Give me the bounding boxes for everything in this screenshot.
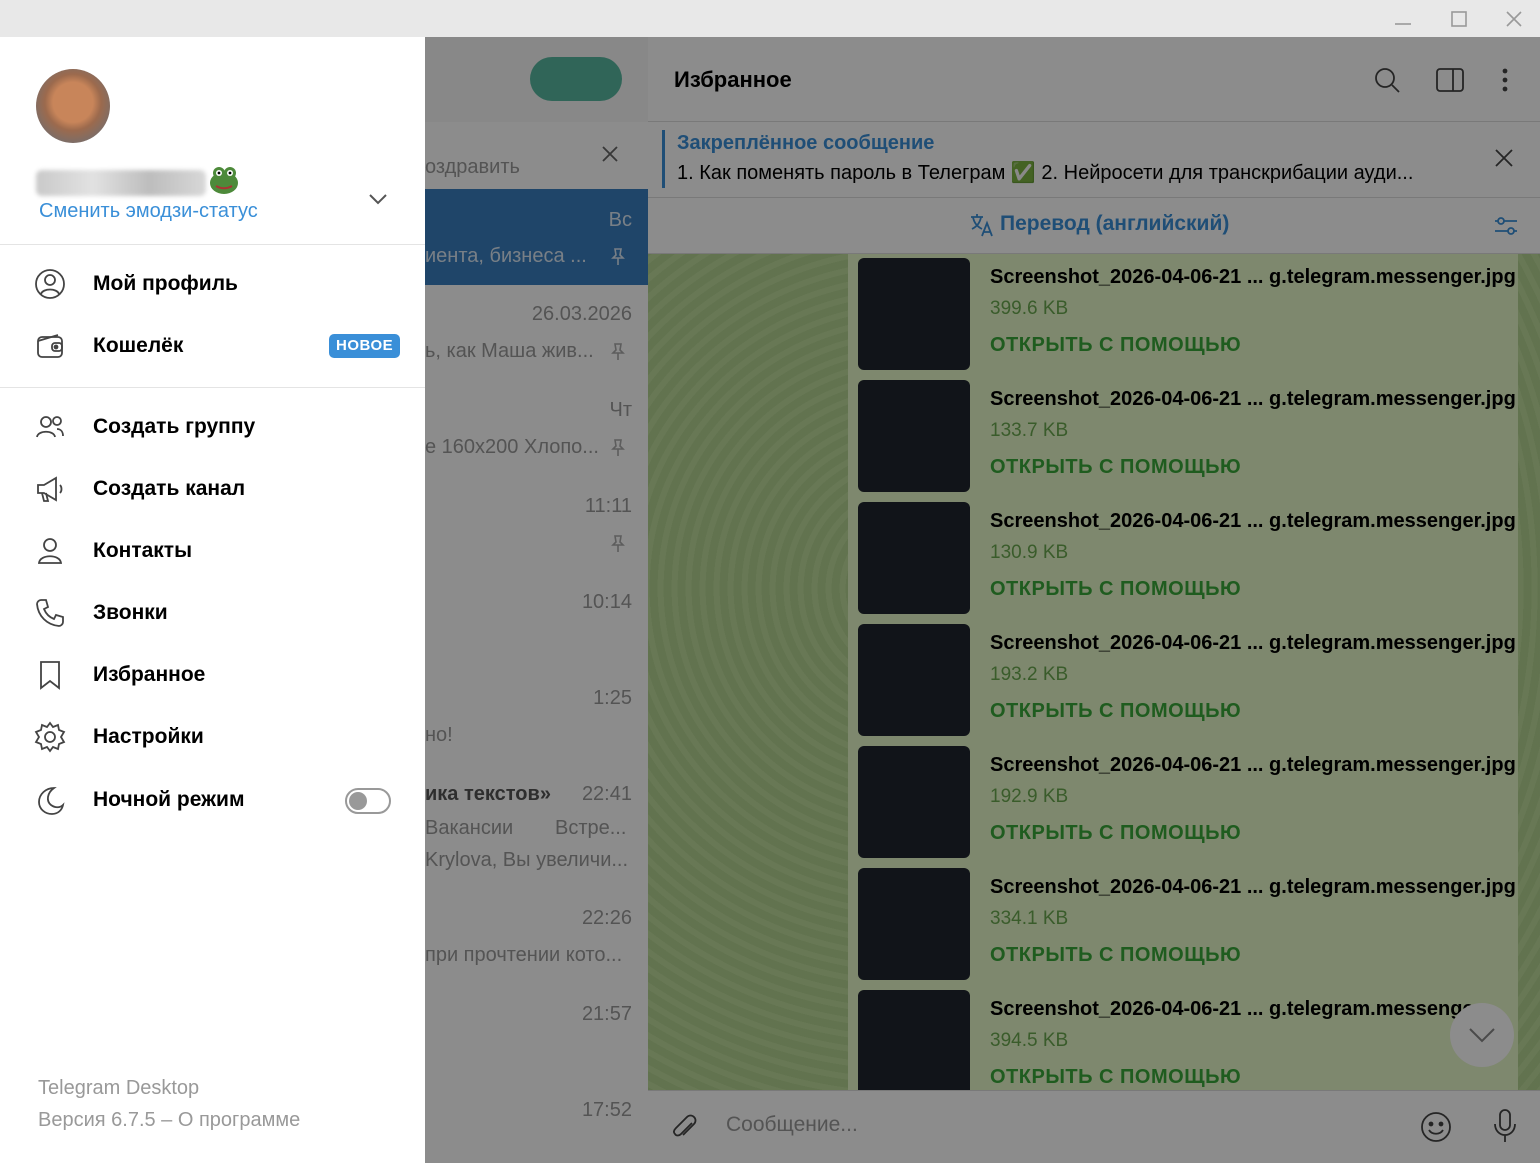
group-icon bbox=[36, 416, 64, 438]
menu-item-wallet[interactable]: Кошелёк НОВОЕ bbox=[0, 317, 425, 377]
new-badge: НОВОЕ bbox=[329, 334, 401, 358]
minimize-icon[interactable] bbox=[1390, 6, 1416, 32]
menu-item-calls[interactable]: Звонки bbox=[0, 584, 425, 644]
menu-item-label: Звонки bbox=[93, 601, 168, 624]
close-icon[interactable] bbox=[1501, 6, 1527, 32]
menu-item-settings[interactable]: Настройки bbox=[0, 708, 425, 768]
avatar[interactable] bbox=[36, 69, 110, 143]
menu-item-label: Мой профиль bbox=[93, 272, 238, 295]
version-about-link[interactable]: Версия 6.7.5 – О программе bbox=[38, 1109, 300, 1132]
wallet-icon bbox=[37, 334, 63, 358]
menu-item-label: Создать канал bbox=[93, 477, 246, 500]
megaphone-icon bbox=[37, 476, 63, 502]
modal-overlay[interactable] bbox=[425, 37, 1540, 1163]
menu-item-label: Создать группу bbox=[93, 415, 256, 438]
menu-item-my-profile[interactable]: Мой профиль bbox=[0, 255, 425, 315]
phone-icon bbox=[36, 599, 64, 627]
menu-item-label: Избранное bbox=[93, 663, 206, 686]
divider bbox=[0, 244, 425, 245]
toggle-knob bbox=[349, 792, 367, 810]
menu-item-contacts[interactable]: Контакты bbox=[0, 522, 425, 582]
moon-icon bbox=[38, 787, 65, 815]
menu-item-label: Настройки bbox=[93, 725, 204, 748]
app-name: Telegram Desktop bbox=[38, 1077, 200, 1099]
menu-item-label: Ночной режим bbox=[93, 788, 245, 811]
menu-item-create-group[interactable]: Создать группу bbox=[0, 398, 425, 458]
menu-item-label: Кошелёк bbox=[93, 334, 184, 357]
menu-item-label: Контакты bbox=[93, 539, 193, 562]
emoji-status-icon[interactable] bbox=[208, 165, 240, 195]
profile-icon bbox=[35, 269, 65, 299]
contact-icon bbox=[37, 538, 63, 564]
chevron-down-icon[interactable] bbox=[366, 187, 390, 211]
bookmark-icon bbox=[40, 661, 60, 690]
menu-item-create-channel[interactable]: Создать канал bbox=[0, 460, 425, 520]
gear-icon bbox=[34, 721, 66, 753]
user-name-blurred bbox=[36, 170, 206, 196]
change-emoji-status-link[interactable]: Сменить эмодзи-статус bbox=[39, 200, 258, 223]
side-menu-drawer: Сменить эмодзи-статус Мой профиль Кошелё… bbox=[0, 37, 425, 1163]
night-mode-toggle[interactable] bbox=[345, 788, 391, 814]
window-titlebar bbox=[0, 0, 1540, 37]
menu-item-saved-messages[interactable]: Избранное bbox=[0, 646, 425, 706]
menu-item-night-mode[interactable]: Ночной режим bbox=[0, 771, 425, 831]
divider bbox=[0, 387, 425, 388]
maximize-icon[interactable] bbox=[1446, 6, 1472, 32]
